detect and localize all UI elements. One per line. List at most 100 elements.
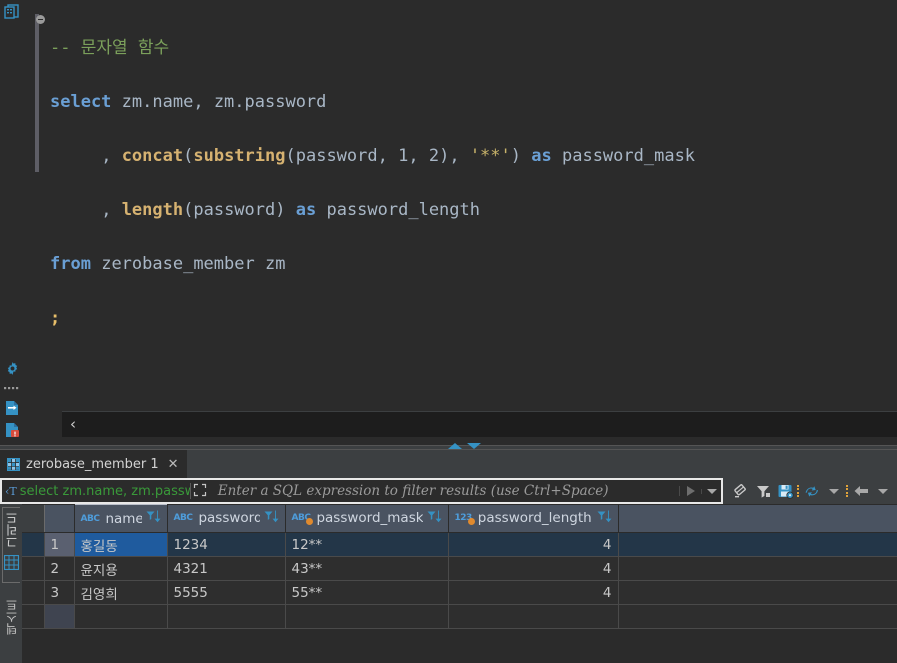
cell-spacer [618,533,897,557]
table-alias: zm [265,254,285,274]
column-zm-name: zm.name, [122,92,204,112]
error-file-icon[interactable] [2,420,22,440]
row-corner [22,581,44,605]
result-tab-label: zerobase_member 1 [26,457,159,472]
cell-name[interactable]: 홍길동 [74,533,167,557]
expand-down-icon[interactable] [467,443,481,449]
sql-code[interactable]: -- 문자열 함수 select zm.name, zm.password , … [50,0,897,445]
code-line-4: , length(password) as password_length [50,197,897,224]
sort-filter-icon[interactable] [597,510,612,527]
row-corner [22,605,44,629]
arg-password-2: password [193,200,275,220]
table-header-row: ABC name [22,505,897,533]
arg-num-1: 1 [398,146,408,166]
column-header-name[interactable]: ABC name [74,505,167,533]
panel-splitter[interactable] [0,445,897,450]
play-icon [687,486,695,496]
filter-input-container[interactable]: ‹T select zm.name, zm.passw Enter a SQL … [0,478,723,504]
sort-filter-icon[interactable] [427,510,442,527]
filter-icon[interactable] [753,481,773,501]
row-number[interactable] [44,605,74,629]
filter-history-dropdown[interactable] [701,489,721,494]
code-line-3: , concat(substring(password, 1, 2), '**'… [50,143,897,170]
gear-icon[interactable] [2,358,22,378]
refresh-links-icon[interactable] [802,481,822,501]
run-filter-button[interactable] [679,486,701,496]
cell-password[interactable]: 1234 [167,533,285,557]
cell-password[interactable]: 5555 [167,581,285,605]
column-header-password-mask[interactable]: ABC password_mask [285,505,448,533]
column-header-password[interactable]: ABC password [167,505,285,533]
column-label: password_mask [316,510,422,526]
row-number[interactable]: 3 [44,581,74,605]
result-tabs-filler [188,450,897,478]
cell-name-empty[interactable] [74,605,167,629]
chevron-down-icon[interactable] [824,481,844,501]
result-tab-zerobase-member[interactable]: zerobase_member 1 ✕ [0,450,188,478]
sidebar-item-text[interactable]: 텍스트 [3,595,20,643]
editor-left-rail: i [0,0,24,445]
row-corner [22,557,44,581]
chevron-down-icon [707,489,717,494]
back-arrow-icon[interactable] [851,481,871,501]
cell-password-length[interactable]: 4 [448,533,618,557]
column-zm-password: zm.password [214,92,327,112]
table-row[interactable]: 3 김영희 5555 55** 4 [22,581,897,605]
row-number-header [44,505,74,533]
eraser-icon[interactable] [731,481,751,501]
column-header-password-length[interactable]: 123 password_length [448,505,618,533]
row-number[interactable]: 1 [44,533,74,557]
grid-corner[interactable] [22,505,44,533]
type-123-computed-icon: 123 [455,513,474,523]
column-label: name [105,511,141,527]
filter-type-icon: ‹T [2,485,20,498]
table-row[interactable]: 2 윤지용 4321 43** 4 [22,557,897,581]
table-name: zerobase_member [101,254,255,274]
function-concat: concat [122,146,183,166]
cell-password-empty[interactable] [167,605,285,629]
cell-password[interactable]: 4321 [167,557,285,581]
cell-password-mask[interactable]: 55** [285,581,448,605]
code-block-indicator [35,14,39,172]
arg-num-2: 2 [429,146,439,166]
table-row-new[interactable] [22,605,897,629]
cell-name[interactable]: 윤지용 [74,557,167,581]
cell-name[interactable]: 김영희 [74,581,167,605]
chevron-left-icon[interactable]: ‹ [70,417,76,432]
cell-password-length[interactable]: 4 [448,581,618,605]
column-header-spacer [618,505,897,533]
cell-password-mask[interactable]: 12** [285,533,448,557]
cell-password-length[interactable]: 4 [448,557,618,581]
results-grid[interactable]: ABC name [22,504,897,663]
code-line-2: select zm.name, zm.password [50,89,897,116]
sort-filter-icon[interactable] [146,510,161,527]
cell-password-mask-empty[interactable] [285,605,448,629]
sql-editor-area: i -- 문자열 함수 select zm.name, zm.password … [0,0,897,445]
filter-expression-input[interactable]: Enter a SQL expression to filter results… [210,483,679,499]
filter-query-text[interactable]: select zm.name, zm.passw [20,484,190,499]
save-export-icon[interactable] [775,481,795,501]
code-line-1: -- 문자열 함수 [50,35,897,62]
alias-password-mask: password_mask [562,146,695,166]
expand-icon[interactable] [190,483,210,499]
row-number[interactable]: 2 [44,557,74,581]
collapse-up-icon[interactable] [448,443,462,449]
fold-collapse-icon[interactable] [36,15,45,24]
export-file-icon[interactable] [2,398,22,418]
sidebar-item-grid[interactable]: 그리드 [2,507,20,583]
cell-password-mask[interactable]: 43** [285,557,448,581]
cell-password-length-empty[interactable] [448,605,618,629]
database-icon[interactable] [2,2,22,22]
toolbar-separator [797,483,800,499]
results-toolbar [723,478,897,504]
keyword-from: from [50,254,91,274]
table-row[interactable]: 1 홍길동 1234 12** 4 [22,533,897,557]
function-substring: substring [193,146,285,166]
column-label: password [198,510,259,526]
sort-filter-icon[interactable] [264,510,279,527]
close-icon[interactable]: ✕ [168,458,179,471]
editor-bottom-strip[interactable]: ‹ [62,411,897,437]
history-dropdown-icon[interactable] [873,481,893,501]
type-abc-icon: ABC [174,513,195,523]
editor-gutter[interactable] [24,0,50,445]
